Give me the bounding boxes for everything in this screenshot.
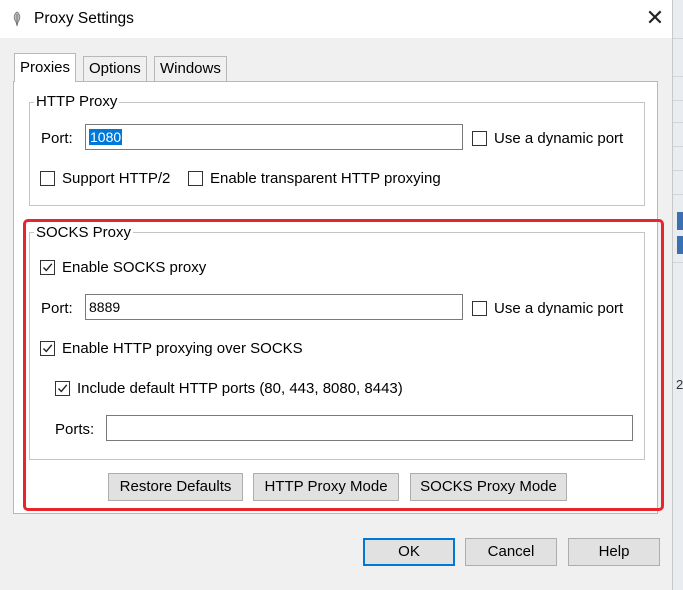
tab-windows-label: Windows — [160, 60, 221, 77]
background-selection-mark — [677, 212, 683, 230]
background-window-text: 2 — [676, 377, 683, 392]
checkmark-icon — [57, 384, 68, 393]
restore-defaults-label: Restore Defaults — [119, 478, 232, 495]
title-bar: Proxy Settings ✕ — [0, 0, 672, 38]
enable-socks-label[interactable]: Enable SOCKS proxy — [62, 259, 206, 276]
support-http2-checkbox[interactable] — [40, 171, 55, 186]
cancel-button[interactable]: Cancel — [465, 538, 557, 566]
socks-port-input[interactable]: 8889 — [85, 294, 463, 320]
http-port-input[interactable]: 1080 — [85, 124, 463, 150]
http-dynamic-port-label[interactable]: Use a dynamic port — [494, 130, 623, 147]
socks-port-value: 8889 — [89, 299, 121, 315]
socks-proxy-legend: SOCKS Proxy — [34, 224, 134, 241]
cancel-label: Cancel — [487, 543, 535, 560]
http-proxy-mode-label: HTTP Proxy Mode — [264, 478, 388, 495]
http-port-value: 1080 — [89, 129, 123, 145]
ok-button[interactable]: OK — [363, 538, 455, 566]
transparent-proxying-checkbox[interactable] — [188, 171, 203, 186]
transparent-proxying-label[interactable]: Enable transparent HTTP proxying — [210, 170, 441, 187]
tab-options-label: Options — [89, 60, 141, 77]
http-dynamic-port-checkbox[interactable] — [472, 131, 487, 146]
tab-options[interactable]: Options — [83, 56, 147, 82]
socks-proxy-mode-label: SOCKS Proxy Mode — [420, 478, 557, 495]
checkmark-icon — [42, 263, 53, 272]
tab-proxies[interactable]: Proxies — [14, 53, 77, 82]
restore-defaults-button[interactable]: Restore Defaults — [108, 473, 243, 501]
include-default-ports-checkbox[interactable] — [55, 381, 70, 396]
socks-port-label: Port: — [41, 300, 73, 317]
socks-dynamic-port-label[interactable]: Use a dynamic port — [494, 300, 623, 317]
help-button[interactable]: Help — [568, 538, 660, 566]
tab-windows[interactable]: Windows — [154, 56, 227, 82]
help-label: Help — [598, 543, 630, 560]
http-proxy-group — [29, 102, 645, 206]
ok-label: OK — [398, 543, 420, 560]
enable-socks-checkbox[interactable] — [40, 260, 55, 275]
socks-dynamic-port-checkbox[interactable] — [472, 301, 487, 316]
window-title: Proxy Settings — [34, 10, 134, 27]
http-proxy-legend: HTTP Proxy — [34, 93, 120, 110]
close-button[interactable]: ✕ — [644, 6, 666, 30]
checkmark-icon — [42, 344, 53, 353]
tab-proxies-label: Proxies — [20, 59, 71, 76]
http-port-label: Port: — [41, 130, 73, 147]
background-window-strip: 2 — [672, 0, 683, 590]
ports-label: Ports: — [55, 421, 95, 438]
include-default-ports-label[interactable]: Include default HTTP ports (80, 443, 808… — [77, 380, 403, 397]
close-icon[interactable]: ✕ — [646, 5, 664, 30]
http-over-socks-label[interactable]: Enable HTTP proxying over SOCKS — [62, 340, 303, 357]
socks-proxy-mode-button[interactable]: SOCKS Proxy Mode — [410, 473, 567, 501]
ports-input[interactable] — [106, 415, 633, 441]
feather-icon — [12, 11, 22, 27]
http-over-socks-checkbox[interactable] — [40, 341, 55, 356]
support-http2-label[interactable]: Support HTTP/2 — [62, 170, 170, 187]
http-proxy-mode-button[interactable]: HTTP Proxy Mode — [253, 473, 399, 501]
background-selection-mark — [677, 236, 683, 254]
